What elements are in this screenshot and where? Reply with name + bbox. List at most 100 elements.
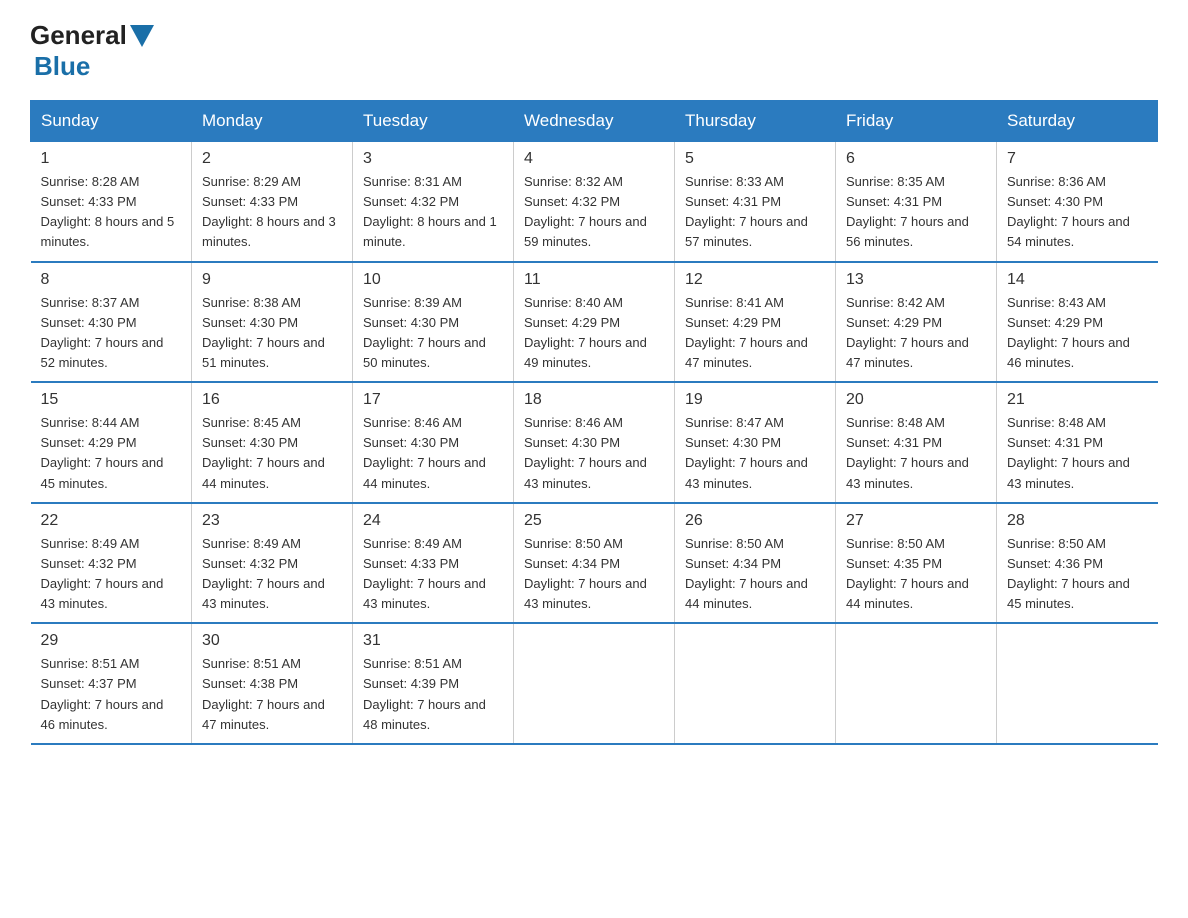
- calendar-week-row: 22 Sunrise: 8:49 AM Sunset: 4:32 PM Dayl…: [31, 503, 1158, 624]
- weekday-header-monday: Monday: [192, 101, 353, 142]
- day-info: Sunrise: 8:28 AM Sunset: 4:33 PM Dayligh…: [41, 172, 182, 253]
- calendar-cell: 20 Sunrise: 8:48 AM Sunset: 4:31 PM Dayl…: [836, 382, 997, 503]
- header: General Blue: [30, 20, 1158, 82]
- day-number: 9: [202, 271, 342, 289]
- logo-triangle-icon: [130, 25, 154, 47]
- day-number: 14: [1007, 271, 1148, 289]
- day-info: Sunrise: 8:45 AM Sunset: 4:30 PM Dayligh…: [202, 413, 342, 494]
- calendar-cell: 29 Sunrise: 8:51 AM Sunset: 4:37 PM Dayl…: [31, 623, 192, 744]
- day-number: 10: [363, 271, 503, 289]
- day-number: 4: [524, 150, 664, 168]
- day-info: Sunrise: 8:33 AM Sunset: 4:31 PM Dayligh…: [685, 172, 825, 253]
- day-info: Sunrise: 8:40 AM Sunset: 4:29 PM Dayligh…: [524, 293, 664, 374]
- day-info: Sunrise: 8:35 AM Sunset: 4:31 PM Dayligh…: [846, 172, 986, 253]
- calendar-cell: [675, 623, 836, 744]
- day-info: Sunrise: 8:29 AM Sunset: 4:33 PM Dayligh…: [202, 172, 342, 253]
- calendar-cell: 15 Sunrise: 8:44 AM Sunset: 4:29 PM Dayl…: [31, 382, 192, 503]
- day-number: 17: [363, 391, 503, 409]
- weekday-header-row: SundayMondayTuesdayWednesdayThursdayFrid…: [31, 101, 1158, 142]
- calendar-cell: 4 Sunrise: 8:32 AM Sunset: 4:32 PM Dayli…: [514, 142, 675, 262]
- day-info: Sunrise: 8:50 AM Sunset: 4:34 PM Dayligh…: [685, 534, 825, 615]
- day-number: 16: [202, 391, 342, 409]
- calendar-cell: 28 Sunrise: 8:50 AM Sunset: 4:36 PM Dayl…: [997, 503, 1158, 624]
- calendar-cell: 1 Sunrise: 8:28 AM Sunset: 4:33 PM Dayli…: [31, 142, 192, 262]
- calendar-cell: 17 Sunrise: 8:46 AM Sunset: 4:30 PM Dayl…: [353, 382, 514, 503]
- day-number: 5: [685, 150, 825, 168]
- day-number: 23: [202, 512, 342, 530]
- calendar-table: SundayMondayTuesdayWednesdayThursdayFrid…: [30, 100, 1158, 745]
- day-number: 24: [363, 512, 503, 530]
- day-number: 29: [41, 632, 182, 650]
- day-info: Sunrise: 8:31 AM Sunset: 4:32 PM Dayligh…: [363, 172, 503, 253]
- day-number: 8: [41, 271, 182, 289]
- day-number: 20: [846, 391, 986, 409]
- day-info: Sunrise: 8:50 AM Sunset: 4:34 PM Dayligh…: [524, 534, 664, 615]
- calendar-cell: 25 Sunrise: 8:50 AM Sunset: 4:34 PM Dayl…: [514, 503, 675, 624]
- day-info: Sunrise: 8:44 AM Sunset: 4:29 PM Dayligh…: [41, 413, 182, 494]
- weekday-header-saturday: Saturday: [997, 101, 1158, 142]
- day-info: Sunrise: 8:50 AM Sunset: 4:35 PM Dayligh…: [846, 534, 986, 615]
- day-number: 15: [41, 391, 182, 409]
- day-info: Sunrise: 8:47 AM Sunset: 4:30 PM Dayligh…: [685, 413, 825, 494]
- calendar-cell: 13 Sunrise: 8:42 AM Sunset: 4:29 PM Dayl…: [836, 262, 997, 383]
- day-number: 27: [846, 512, 986, 530]
- logo-blue-text: Blue: [34, 51, 90, 81]
- calendar-week-row: 1 Sunrise: 8:28 AM Sunset: 4:33 PM Dayli…: [31, 142, 1158, 262]
- day-info: Sunrise: 8:51 AM Sunset: 4:37 PM Dayligh…: [41, 654, 182, 735]
- day-info: Sunrise: 8:43 AM Sunset: 4:29 PM Dayligh…: [1007, 293, 1148, 374]
- calendar-cell: 10 Sunrise: 8:39 AM Sunset: 4:30 PM Dayl…: [353, 262, 514, 383]
- day-info: Sunrise: 8:38 AM Sunset: 4:30 PM Dayligh…: [202, 293, 342, 374]
- calendar-cell: 8 Sunrise: 8:37 AM Sunset: 4:30 PM Dayli…: [31, 262, 192, 383]
- day-number: 18: [524, 391, 664, 409]
- calendar-cell: 21 Sunrise: 8:48 AM Sunset: 4:31 PM Dayl…: [997, 382, 1158, 503]
- day-number: 3: [363, 150, 503, 168]
- calendar-cell: 26 Sunrise: 8:50 AM Sunset: 4:34 PM Dayl…: [675, 503, 836, 624]
- calendar-cell: 7 Sunrise: 8:36 AM Sunset: 4:30 PM Dayli…: [997, 142, 1158, 262]
- calendar-cell: 30 Sunrise: 8:51 AM Sunset: 4:38 PM Dayl…: [192, 623, 353, 744]
- day-info: Sunrise: 8:49 AM Sunset: 4:33 PM Dayligh…: [363, 534, 503, 615]
- calendar-week-row: 8 Sunrise: 8:37 AM Sunset: 4:30 PM Dayli…: [31, 262, 1158, 383]
- day-info: Sunrise: 8:49 AM Sunset: 4:32 PM Dayligh…: [41, 534, 182, 615]
- day-info: Sunrise: 8:41 AM Sunset: 4:29 PM Dayligh…: [685, 293, 825, 374]
- logo-general-text: General: [30, 20, 127, 51]
- calendar-cell: 11 Sunrise: 8:40 AM Sunset: 4:29 PM Dayl…: [514, 262, 675, 383]
- calendar-cell: 6 Sunrise: 8:35 AM Sunset: 4:31 PM Dayli…: [836, 142, 997, 262]
- day-number: 30: [202, 632, 342, 650]
- calendar-cell: 3 Sunrise: 8:31 AM Sunset: 4:32 PM Dayli…: [353, 142, 514, 262]
- calendar-cell: 12 Sunrise: 8:41 AM Sunset: 4:29 PM Dayl…: [675, 262, 836, 383]
- logo: General Blue: [30, 20, 157, 82]
- calendar-week-row: 15 Sunrise: 8:44 AM Sunset: 4:29 PM Dayl…: [31, 382, 1158, 503]
- day-info: Sunrise: 8:49 AM Sunset: 4:32 PM Dayligh…: [202, 534, 342, 615]
- day-number: 11: [524, 271, 664, 289]
- calendar-cell: [514, 623, 675, 744]
- weekday-header-wednesday: Wednesday: [514, 101, 675, 142]
- day-number: 2: [202, 150, 342, 168]
- calendar-cell: 14 Sunrise: 8:43 AM Sunset: 4:29 PM Dayl…: [997, 262, 1158, 383]
- day-info: Sunrise: 8:46 AM Sunset: 4:30 PM Dayligh…: [363, 413, 503, 494]
- day-info: Sunrise: 8:36 AM Sunset: 4:30 PM Dayligh…: [1007, 172, 1148, 253]
- calendar-cell: 24 Sunrise: 8:49 AM Sunset: 4:33 PM Dayl…: [353, 503, 514, 624]
- day-info: Sunrise: 8:32 AM Sunset: 4:32 PM Dayligh…: [524, 172, 664, 253]
- calendar-week-row: 29 Sunrise: 8:51 AM Sunset: 4:37 PM Dayl…: [31, 623, 1158, 744]
- day-number: 12: [685, 271, 825, 289]
- day-number: 6: [846, 150, 986, 168]
- day-info: Sunrise: 8:50 AM Sunset: 4:36 PM Dayligh…: [1007, 534, 1148, 615]
- weekday-header-thursday: Thursday: [675, 101, 836, 142]
- day-number: 26: [685, 512, 825, 530]
- day-info: Sunrise: 8:48 AM Sunset: 4:31 PM Dayligh…: [1007, 413, 1148, 494]
- day-number: 31: [363, 632, 503, 650]
- calendar-cell: 31 Sunrise: 8:51 AM Sunset: 4:39 PM Dayl…: [353, 623, 514, 744]
- calendar-cell: 23 Sunrise: 8:49 AM Sunset: 4:32 PM Dayl…: [192, 503, 353, 624]
- day-number: 1: [41, 150, 182, 168]
- weekday-header-friday: Friday: [836, 101, 997, 142]
- day-info: Sunrise: 8:48 AM Sunset: 4:31 PM Dayligh…: [846, 413, 986, 494]
- weekday-header-tuesday: Tuesday: [353, 101, 514, 142]
- calendar-cell: 16 Sunrise: 8:45 AM Sunset: 4:30 PM Dayl…: [192, 382, 353, 503]
- day-info: Sunrise: 8:51 AM Sunset: 4:39 PM Dayligh…: [363, 654, 503, 735]
- day-info: Sunrise: 8:37 AM Sunset: 4:30 PM Dayligh…: [41, 293, 182, 374]
- day-number: 19: [685, 391, 825, 409]
- calendar-cell: 9 Sunrise: 8:38 AM Sunset: 4:30 PM Dayli…: [192, 262, 353, 383]
- calendar-cell: 2 Sunrise: 8:29 AM Sunset: 4:33 PM Dayli…: [192, 142, 353, 262]
- calendar-cell: 5 Sunrise: 8:33 AM Sunset: 4:31 PM Dayli…: [675, 142, 836, 262]
- day-number: 25: [524, 512, 664, 530]
